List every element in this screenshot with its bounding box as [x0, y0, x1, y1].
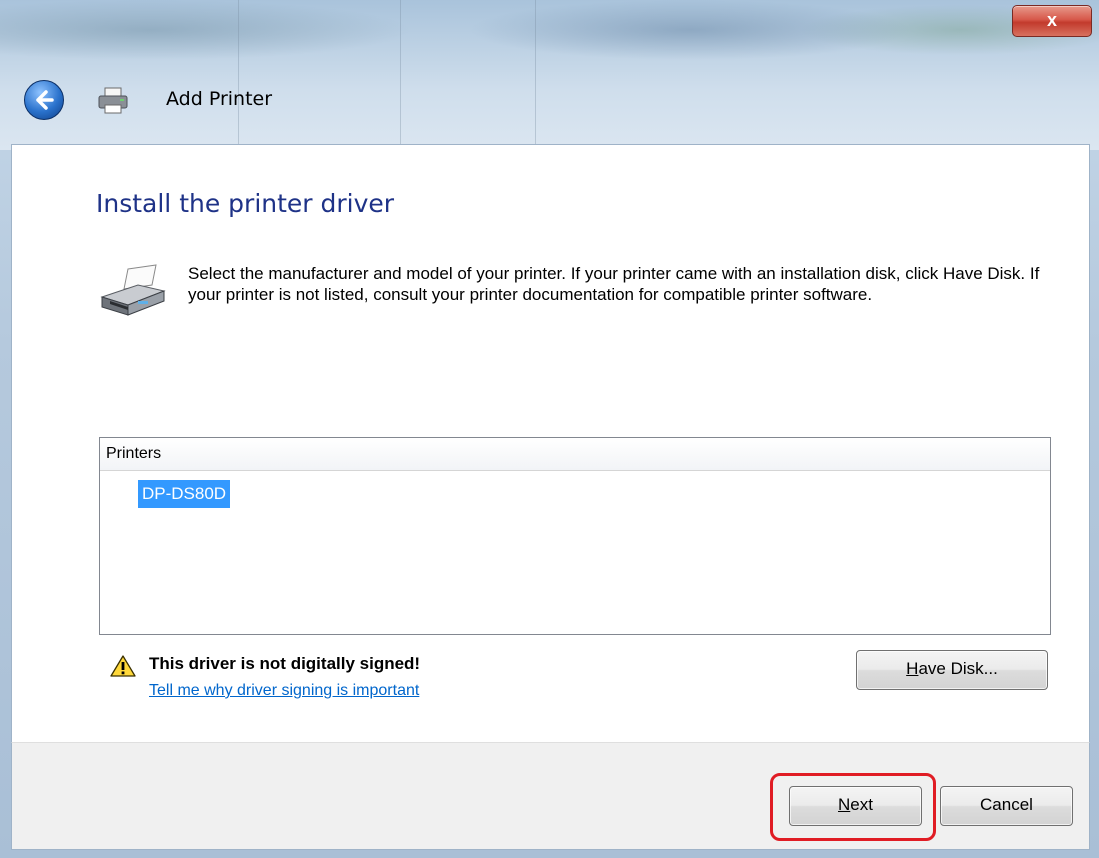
warning-icon [110, 655, 136, 677]
background-divider [238, 0, 239, 150]
next-label: ext [850, 795, 873, 814]
have-disk-mnemonic: H [906, 659, 919, 678]
page-heading: Install the printer driver [96, 189, 395, 218]
cancel-button[interactable]: Cancel [940, 786, 1073, 826]
have-disk-label: ave Disk... [918, 659, 998, 678]
wizard-content: Install the printer driver Select the ma… [11, 144, 1090, 743]
printer-icon [100, 264, 166, 316]
list-item[interactable]: DP-DS80D [138, 480, 231, 508]
back-button[interactable] [24, 80, 64, 120]
description-text: Select the manufacturer and model of you… [188, 264, 1040, 304]
printer-icon [98, 87, 128, 114]
unsigned-driver-warning: This driver is not digitally signed! [149, 654, 421, 673]
wizard-footer: Next Cancel [11, 742, 1090, 850]
have-disk-button[interactable]: Have Disk... [856, 650, 1048, 690]
printers-column-header[interactable]: Printers [100, 438, 1050, 471]
next-button[interactable]: Next [789, 786, 922, 826]
background-divider [535, 0, 536, 150]
next-mnemonic: N [838, 795, 851, 814]
background-divider [400, 0, 401, 150]
back-arrow-icon [36, 90, 54, 110]
close-icon: x [1046, 10, 1057, 30]
title-bar-glass [0, 0, 1099, 150]
close-button[interactable]: x [1012, 5, 1092, 37]
window-title: Add Printer [166, 88, 273, 110]
printers-listbox[interactable]: Printers DP-DS80D [99, 437, 1051, 635]
driver-signing-link[interactable]: Tell me why driver signing is important [149, 682, 419, 700]
